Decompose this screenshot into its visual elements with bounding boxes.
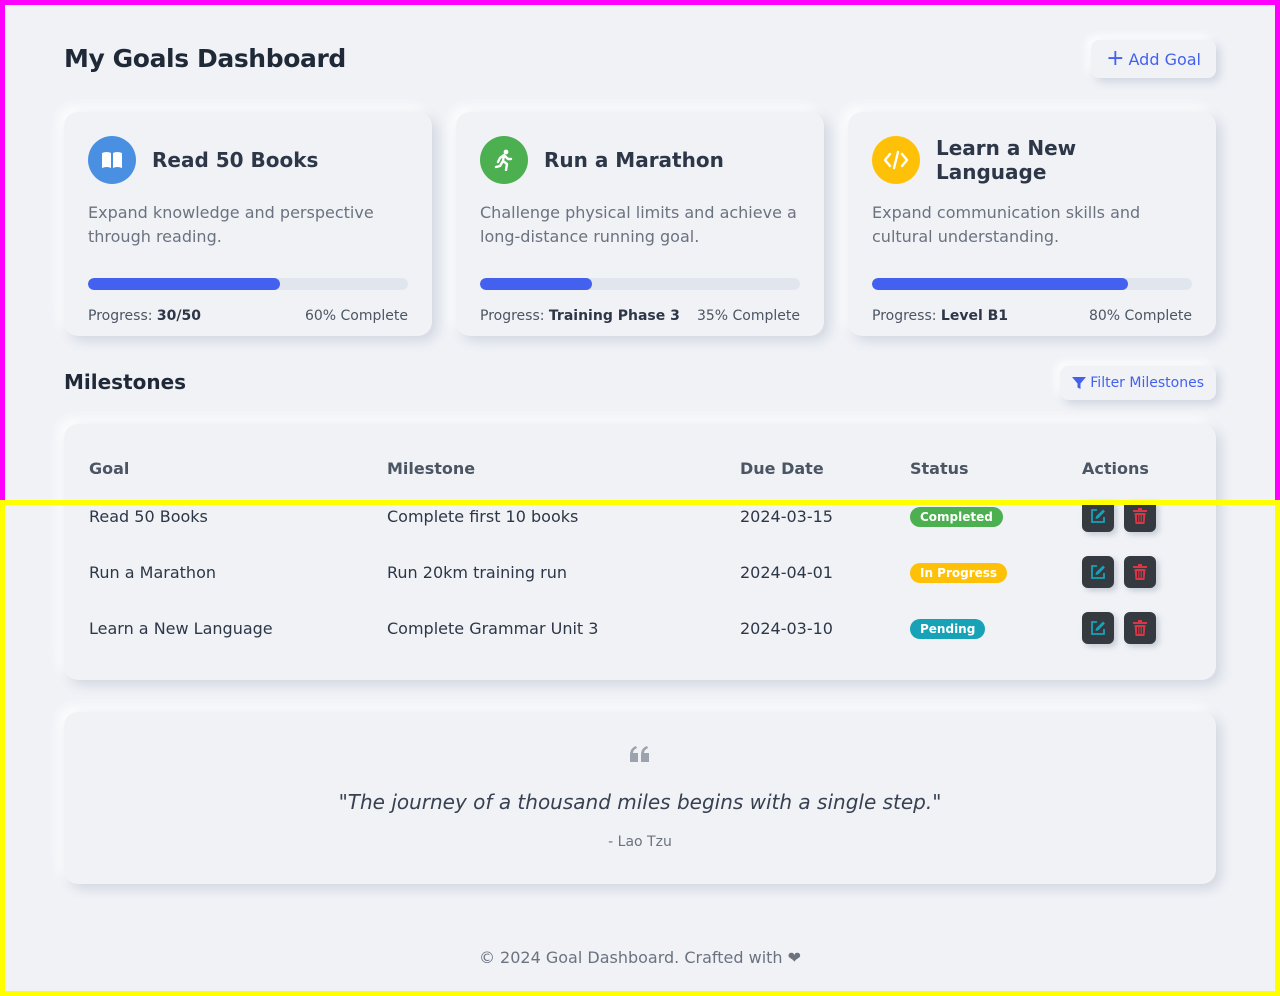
status-badge: Completed [910,506,1003,527]
edit-button[interactable] [1082,556,1114,588]
filter-icon [1072,377,1087,389]
edit-icon [1091,621,1105,635]
cell-goal: Read 50 Books [89,506,208,526]
goal-title: Learn a New Language [936,136,1077,184]
progress-fill [480,278,592,290]
running-icon [480,136,528,184]
page-header: My Goals Dashboard + Add Goal [64,38,1216,82]
goal-card-header: Learn a New Language [872,136,1192,184]
column-header-actions: Actions [1082,458,1149,478]
goal-description: Expand communication skills and cultural… [872,203,1141,246]
edit-icon [1091,565,1105,579]
progress-label: Progress: [872,308,937,324]
milestones-title: Milestones [64,370,187,394]
delete-button[interactable] [1124,612,1157,644]
status-badge: Pending [910,618,986,639]
cell-milestone: Complete first 10 books [387,506,579,526]
goal-description: Expand knowledge and perspective through… [88,203,374,246]
cell-status: Completed [910,488,1082,544]
goal-description: Challenge physical limits and achieve a … [480,203,797,246]
footer-text: © 2024 Goal Dashboard. Crafted with ❤ [478,948,802,967]
delete-button[interactable] [1124,500,1157,532]
progress-bar [480,278,800,290]
goal-title: Read 50 Books [152,148,319,172]
column-header-due-date: Due Date [740,458,824,478]
progress-bar [88,278,408,290]
percent-complete: 35% Complete [696,308,800,324]
progress-fill [872,278,1128,290]
edit-button[interactable] [1082,500,1114,532]
progress-value: Level B1 [940,308,1009,324]
delete-button[interactable] [1124,556,1157,588]
cell-due-date: 2024-03-10 [740,618,833,638]
progress-text: Progress: Training Phase 3 [480,308,680,324]
column-header-milestone: Milestone [387,458,476,478]
progress-value: Training Phase 3 [548,308,680,324]
table-row: Learn a New Language Complete Grammar Un… [89,600,1199,656]
cell-due-date: 2024-04-01 [740,562,833,582]
add-goal-button[interactable]: + Add Goal [1091,40,1216,78]
goal-title: Run a Marathon [544,148,724,172]
quote-card: "The journey of a thousand miles begins … [64,712,1216,884]
progress-value: 30/50 [156,308,201,324]
cell-status: Pending [910,600,1082,656]
cell-actions [1082,544,1199,600]
cell-goal: Run a Marathon [89,562,216,582]
page-title: My Goals Dashboard [64,44,346,73]
milestones-header: Milestones Filter Milestones [64,366,1216,402]
trash-icon [1133,564,1148,580]
quote-author: - Lao Tzu [608,834,672,850]
percent-complete: 60% Complete [304,308,408,324]
cell-status: In Progress [910,544,1082,600]
quote-icon [64,746,1216,766]
trash-icon [1133,508,1148,524]
filter-milestones-button[interactable]: Filter Milestones [1060,366,1216,400]
percent-complete: 80% Complete [1088,308,1192,324]
goal-card-header: Run a Marathon [480,136,800,184]
goal-cards: Read 50 Books Expand knowledge and persp… [64,112,1216,336]
cell-goal: Learn a New Language [89,618,273,638]
goal-card-run-marathon[interactable]: Run a Marathon Challenge physical limits… [456,112,824,336]
cell-due-date: 2024-03-15 [740,506,833,526]
plus-icon: + [1106,46,1125,71]
cell-milestone: Complete Grammar Unit 3 [387,618,599,638]
code-icon [872,136,920,184]
progress-info: Progress: Training Phase 3 35% Complete [480,308,800,324]
table-row: Read 50 Books Complete first 10 books 20… [89,488,1199,544]
progress-fill [88,278,280,290]
milestones-table: Goal Milestone Due Date Status Actions R… [89,448,1199,656]
trash-icon [1133,620,1148,636]
progress-info: Progress: Level B1 80% Complete [872,308,1192,324]
filter-label: Filter Milestones [1090,375,1204,391]
goal-card-header: Read 50 Books [88,136,408,184]
add-goal-label: Add Goal [1128,49,1202,69]
goal-card-learn-language[interactable]: Learn a New Language Expand communicatio… [848,112,1216,336]
column-header-status: Status [910,458,969,478]
progress-info: Progress: 30/50 60% Complete [88,308,408,324]
cell-actions [1082,488,1199,544]
cell-milestone: Run 20km training run [387,562,567,582]
book-open-icon [88,136,136,184]
quote-text: "The journey of a thousand miles begins … [338,790,942,814]
progress-label: Progress: [88,308,153,324]
milestones-table-card: Goal Milestone Due Date Status Actions R… [64,424,1216,680]
table-row: Run a Marathon Run 20km training run 202… [89,544,1199,600]
progress-text: Progress: Level B1 [872,308,1008,324]
cell-actions [1082,600,1199,656]
goal-card-read-books[interactable]: Read 50 Books Expand knowledge and persp… [64,112,432,336]
column-header-goal: Goal [89,458,130,478]
edit-icon [1091,509,1105,523]
status-badge: In Progress [910,562,1008,583]
progress-text: Progress: 30/50 [88,308,201,324]
progress-bar [872,278,1192,290]
edit-button[interactable] [1082,612,1114,644]
table-header-row: Goal Milestone Due Date Status Actions [89,448,1199,488]
progress-label: Progress: [480,308,545,324]
